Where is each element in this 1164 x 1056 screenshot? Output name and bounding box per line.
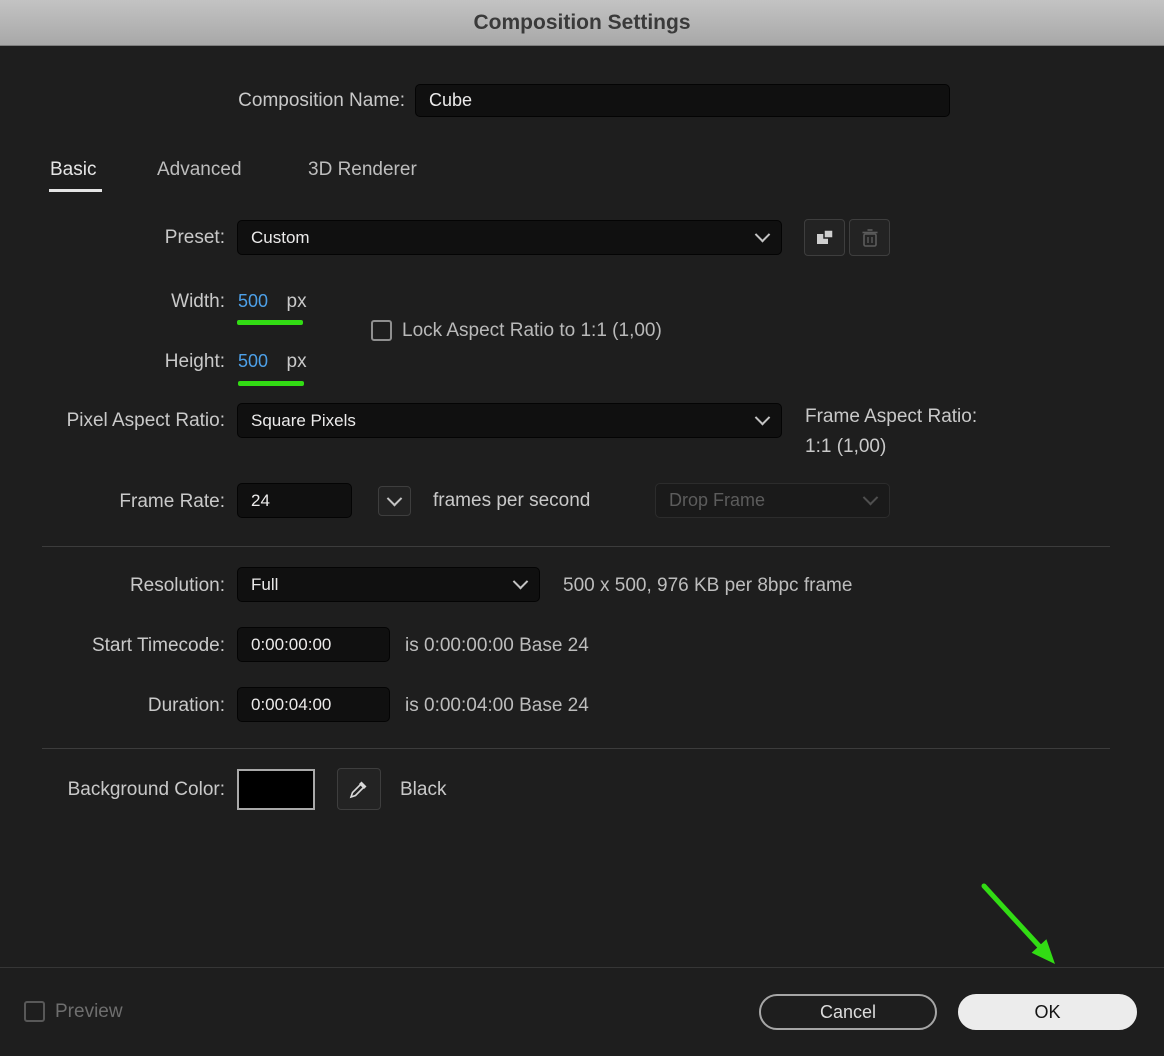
background-color-swatch[interactable] [237,769,315,810]
ok-button-label: OK [1034,1001,1061,1022]
duration-label: Duration: [147,695,225,716]
resolution-value: Full [251,574,279,594]
cancel-button[interactable]: Cancel [759,994,937,1030]
tab-basic[interactable]: Basic [50,159,96,181]
duration-value: 0:00:04:00 [251,694,332,714]
composition-name-input[interactable]: Cube [415,84,950,117]
preset-label: Preset: [164,227,225,248]
height-annotation-underline [238,381,304,386]
frame-rate-input[interactable]: 24 [237,483,352,518]
frame-rate-dropdown-button[interactable] [378,486,411,516]
width-value[interactable]: 500 [238,291,268,311]
eyedropper-icon [349,781,367,799]
frames-per-second-label: frames per second [433,490,591,511]
start-timecode-label: Start Timecode: [91,635,225,656]
chevron-down-icon [754,409,771,426]
preset-dropdown[interactable]: Custom [237,220,782,255]
frame-rate-value: 24 [251,490,270,510]
chevron-down-icon [386,490,403,506]
composition-settings-dialog: Composition Settings Composition Name: C… [0,0,1164,1056]
height-value[interactable]: 500 [238,351,268,371]
frame-aspect-ratio-label: Frame Aspect Ratio: [805,406,978,427]
tab-advanced[interactable]: Advanced [157,159,242,181]
pixel-aspect-ratio-value: Square Pixels [251,410,356,430]
section-divider [42,546,1110,547]
background-color-name: Black [400,779,447,800]
width-unit: px [286,291,307,312]
resolution-info: 500 x 500, 976 KB per 8bpc frame [563,575,853,596]
lock-aspect-checkbox[interactable] [371,320,392,341]
lock-aspect-label: Lock Aspect Ratio to 1:1 (1,00) [402,320,662,341]
ok-button[interactable]: OK [958,994,1137,1030]
start-timecode-value: 0:00:00:00 [251,634,332,654]
preview-checkbox[interactable] [24,1001,45,1022]
chevron-down-icon [754,226,771,243]
tab-basic-active-underline [49,189,102,192]
background-color-label: Background Color: [67,779,225,800]
resolution-label: Resolution: [129,575,225,596]
resolution-dropdown[interactable]: Full [237,567,540,602]
width-label: Width: [171,291,225,312]
duration-info: is 0:00:04:00 Base 24 [405,695,589,716]
composition-name-label: Composition Name: [238,90,405,111]
section-divider [42,748,1110,749]
duration-input[interactable]: 0:00:04:00 [237,687,390,722]
frame-aspect-ratio-value: 1:1 (1,00) [805,436,887,457]
eyedropper-button[interactable] [337,768,381,810]
delete-preset-button[interactable] [849,219,890,256]
preset-value: Custom [251,227,310,247]
dialog-title: Composition Settings [473,10,691,34]
frame-rate-label: Frame Rate: [119,491,225,512]
start-timecode-info: is 0:00:00:00 Base 24 [405,635,589,656]
trash-icon [862,228,877,247]
cancel-button-label: Cancel [819,1001,877,1022]
drop-frame-dropdown: Drop Frame [655,483,890,518]
save-preset-icon [816,229,834,244]
save-preset-button[interactable] [804,219,845,256]
chevron-down-icon [512,573,529,590]
chevron-down-icon [862,489,879,506]
height-unit: px [286,351,307,372]
composition-name-value: Cube [429,90,473,110]
width-annotation-underline [237,320,303,325]
dialog-titlebar: Composition Settings [0,0,1164,46]
tab-3d-renderer[interactable]: 3D Renderer [308,159,417,181]
drop-frame-value: Drop Frame [669,490,766,510]
pixel-aspect-ratio-label: Pixel Aspect Ratio: [66,410,225,431]
height-label: Height: [164,351,225,372]
preview-label: Preview [55,1001,123,1022]
footer-divider [0,967,1164,968]
start-timecode-input[interactable]: 0:00:00:00 [237,627,390,662]
pixel-aspect-ratio-dropdown[interactable]: Square Pixels [237,403,782,438]
